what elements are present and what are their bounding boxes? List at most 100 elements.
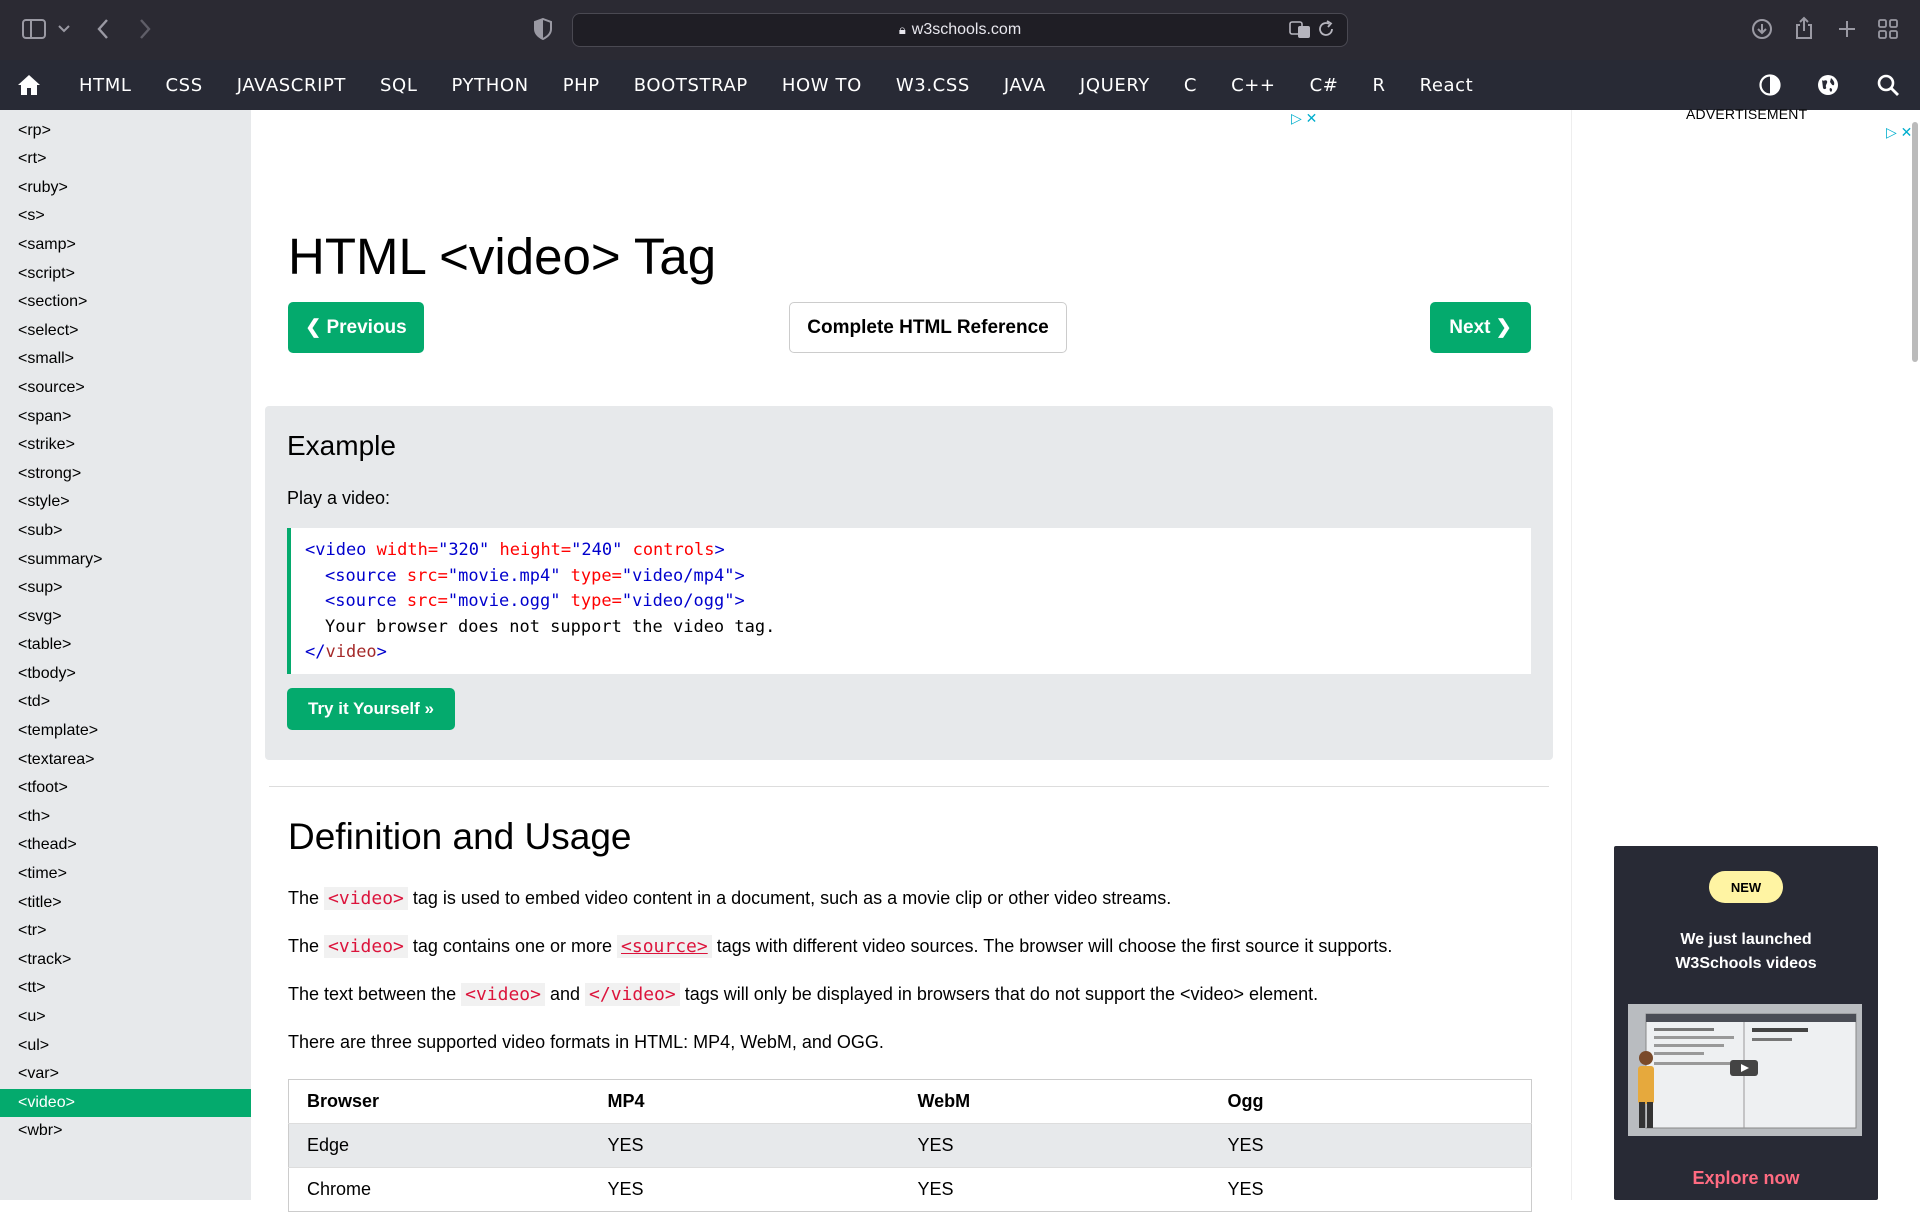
sidebar-item[interactable]: <strike> <box>0 431 251 460</box>
sidebar-item[interactable]: <rp> <box>0 117 251 146</box>
tab-overview-icon[interactable] <box>1878 19 1898 39</box>
next-button[interactable]: Next ❯ <box>1430 302 1531 353</box>
sidebar-item[interactable]: <th> <box>0 803 251 832</box>
sidebar-item[interactable]: <script> <box>0 260 251 289</box>
sidebar-item[interactable]: <template> <box>0 717 251 746</box>
example-subtitle: Play a video: <box>287 488 391 508</box>
top-nav-link-sql[interactable]: SQL <box>380 75 417 96</box>
contrast-icon[interactable] <box>1758 73 1782 97</box>
sidebar-item[interactable]: <svg> <box>0 603 251 632</box>
top-nav-link-css[interactable]: CSS <box>166 75 203 96</box>
sidebar-toggle-icon[interactable] <box>22 18 46 40</box>
sidebar-item[interactable]: <style> <box>0 488 251 517</box>
sidebar-item[interactable]: <textarea> <box>0 746 251 775</box>
translate-icon[interactable] <box>1289 20 1311 40</box>
sidebar-item[interactable]: <td> <box>0 688 251 717</box>
sidebar-item[interactable]: <title> <box>0 889 251 918</box>
share-icon[interactable] <box>1794 16 1814 40</box>
sidebar-item[interactable]: <source> <box>0 374 251 403</box>
top-nav-link-react[interactable]: React <box>1420 75 1474 96</box>
sidebar-item[interactable]: <strong> <box>0 460 251 489</box>
forward-icon[interactable] <box>138 18 152 40</box>
sidebar-item[interactable]: <ruby> <box>0 174 251 203</box>
top-nav-link-c++[interactable]: C++ <box>1231 75 1276 96</box>
top-nav-link-w3-css[interactable]: W3.CSS <box>896 75 970 96</box>
top-nav-link-html[interactable]: HTML <box>79 75 132 96</box>
sidebar-item[interactable]: <u> <box>0 1003 251 1032</box>
sidebar-item[interactable]: <tr> <box>0 917 251 946</box>
try-it-yourself-button[interactable]: Try it Yourself » <box>287 688 455 730</box>
code-line: <source src="movie.mp4" type="video/mp4"… <box>325 565 745 586</box>
definition-heading: Definition and Usage <box>288 816 632 857</box>
top-nav-link-r[interactable]: R <box>1372 75 1385 96</box>
sidebar-item[interactable]: <sup> <box>0 574 251 603</box>
sidebar-item[interactable]: <tt> <box>0 974 251 1003</box>
sidebar-item[interactable]: <samp> <box>0 231 251 260</box>
sidebar-item[interactable]: <track> <box>0 946 251 975</box>
top-nav-link-jquery[interactable]: JQUERY <box>1080 75 1150 96</box>
example-heading: Example <box>287 430 396 461</box>
url-text: w3schools.com <box>911 21 1022 38</box>
table-header: WebM <box>917 1091 971 1111</box>
ad-close-icon[interactable]: ✕ <box>1306 110 1318 126</box>
sidebar-item[interactable]: <wbr> <box>0 1117 251 1146</box>
complete-reference-button[interactable]: Complete HTML Reference <box>789 302 1067 353</box>
table-cell: YES <box>589 1123 900 1168</box>
sidebar-item[interactable]: <sub> <box>0 517 251 546</box>
top-nav-link-how-to[interactable]: HOW TO <box>782 75 862 96</box>
code-line: <video width="320" height="240" controls… <box>305 540 725 560</box>
top-nav-link-python[interactable]: PYTHON <box>451 75 528 96</box>
url-bar[interactable]: 🔒︎ w3schools.com <box>572 13 1348 47</box>
sidebar: <q><rp><rt><ruby><s><samp><script><secti… <box>0 110 251 1200</box>
new-tab-icon[interactable] <box>1837 19 1857 39</box>
video-promo-card[interactable]: NEW We just launched W3Schools videos Ex… <box>1614 846 1878 1200</box>
sidebar-item[interactable]: <time> <box>0 860 251 889</box>
explore-now-link[interactable]: Explore now <box>1614 1168 1878 1189</box>
scrollbar-thumb[interactable] <box>1912 122 1918 362</box>
promo-video-thumbnail[interactable] <box>1628 1004 1862 1136</box>
new-badge: NEW <box>1709 871 1783 903</box>
ad-choices-icon[interactable]: ▷ <box>1291 110 1302 126</box>
example-box: Example Play a video: <video width="320"… <box>265 406 1553 760</box>
globe-icon[interactable] <box>1816 73 1840 97</box>
ad-controls: ▷ ✕ <box>1291 110 1317 127</box>
top-nav-link-java[interactable]: JAVA <box>1004 75 1046 96</box>
sidebar-item[interactable]: <rt> <box>0 145 251 174</box>
sidebar-item[interactable]: <s> <box>0 202 251 231</box>
top-nav-link-c#[interactable]: C# <box>1310 75 1339 96</box>
source-tag-link[interactable]: <source> <box>617 935 712 958</box>
sidebar-item[interactable]: <video> <box>0 1088 251 1118</box>
sidebar-item[interactable]: <section> <box>0 288 251 317</box>
promo-text: We just launched W3Schools videos <box>1675 931 1817 972</box>
previous-button[interactable]: ❮ Previous <box>288 302 424 353</box>
sidebar-item[interactable]: <var> <box>0 1060 251 1089</box>
chevron-down-icon[interactable] <box>58 24 70 34</box>
download-icon[interactable] <box>1751 18 1773 40</box>
top-nav-link-bootstrap[interactable]: BOOTSTRAP <box>634 75 748 96</box>
ad-choices-icon[interactable]: ▷ <box>1886 124 1897 140</box>
sidebar-item[interactable]: <q> <box>0 110 251 117</box>
table-cell: YES <box>899 1167 1210 1212</box>
sidebar-item[interactable]: <select> <box>0 317 251 346</box>
sidebar-item[interactable]: <ul> <box>0 1032 251 1061</box>
table-header: Ogg <box>1227 1091 1264 1111</box>
sidebar-item[interactable]: <tfoot> <box>0 774 251 803</box>
reload-icon[interactable] <box>1317 19 1335 39</box>
divider <box>269 786 1549 787</box>
sidebar-item[interactable]: <tbody> <box>0 660 251 689</box>
top-nav-link-c[interactable]: C <box>1184 75 1197 96</box>
back-icon[interactable] <box>96 18 110 40</box>
sidebar-item[interactable]: <span> <box>0 403 251 432</box>
top-nav-link-javascript[interactable]: JAVASCRIPT <box>237 75 346 96</box>
sidebar-item[interactable]: <small> <box>0 345 251 374</box>
table-header: Browser <box>307 1091 380 1111</box>
top-nav-link-php[interactable]: PHP <box>563 75 600 96</box>
ad-close-icon[interactable]: ✕ <box>1901 124 1913 140</box>
search-icon[interactable] <box>1876 73 1900 97</box>
ad-controls: ▷ ✕ <box>1886 124 1912 141</box>
sidebar-item[interactable]: <thead> <box>0 831 251 860</box>
sidebar-item[interactable]: <table> <box>0 631 251 660</box>
sidebar-item[interactable]: <summary> <box>0 546 251 575</box>
home-icon[interactable] <box>16 72 42 98</box>
shield-icon[interactable] <box>534 18 552 40</box>
